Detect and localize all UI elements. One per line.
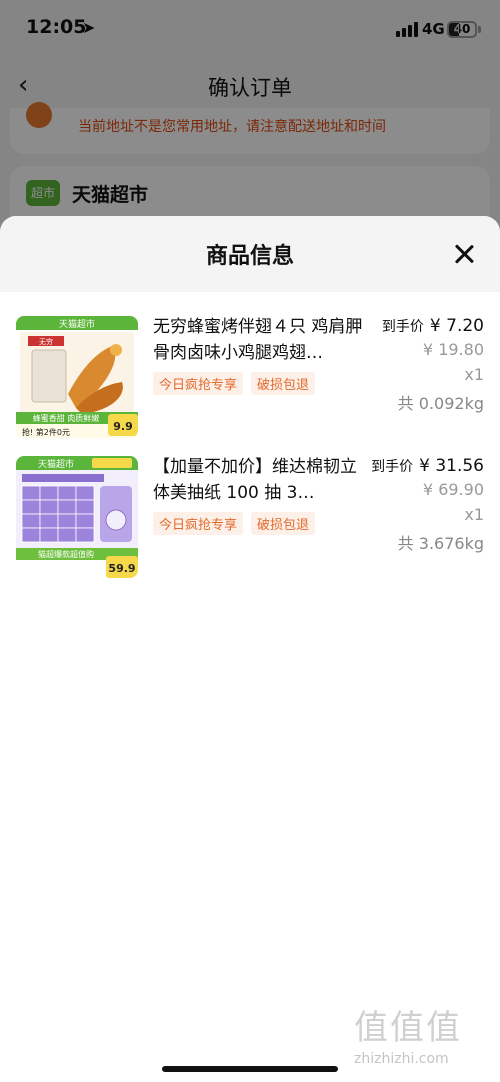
product-thumbnail[interactable]: 天猫超市 猫超爆款超值购 59.9	[16, 456, 138, 578]
sheet-header: 商品信息	[0, 216, 500, 292]
quantity: x1	[464, 505, 484, 524]
watermark-url: zhizhizhi.com	[354, 1051, 449, 1067]
product-info-sheet: 商品信息 天猫超市 无穷 蜂蜜香甜 肉质鲜嫩 抢! 第2件0元 9.9 无穷蜂蜜…	[0, 216, 500, 1082]
thumb-price: 59.9	[108, 562, 135, 575]
thumb-price: 9.9	[113, 420, 133, 433]
close-icon[interactable]	[448, 238, 480, 270]
final-price: ¥ 7.20	[429, 316, 484, 336]
watermark: 值值值 zhizhizhi.com	[354, 1000, 494, 1070]
watermark-logo: 值值值	[354, 1008, 462, 1048]
thumb-brand: 无穷	[39, 337, 53, 346]
sheet-title: 商品信息	[205, 244, 294, 269]
product-item[interactable]: 天猫超市 无穷 蜂蜜香甜 肉质鲜嫩 抢! 第2件0元 9.9 无穷蜂蜜烤伴翅４只…	[0, 292, 500, 442]
product-item[interactable]: 天猫超市 猫超爆款超值购 59.9 【加量不加价】维达棉韧立体美抽纸 100 抽…	[0, 442, 500, 582]
price-block: 到手价 ¥ 7.20 ¥ 19.80 x1 共 0.092kg	[382, 316, 484, 414]
product-tags: 今日疯抢专享 破损包退	[153, 372, 316, 395]
weight: 共 0.092kg	[397, 394, 484, 413]
original-price: ¥ 69.90	[422, 480, 484, 499]
tag-flash-sale: 今日疯抢专享	[153, 512, 244, 535]
price-block: 到手价 ¥ 31.56 ¥ 69.90 x1 共 3.676kg	[371, 456, 484, 554]
thumb-banner: 天猫超市	[59, 318, 95, 330]
thumb-slogan: 蜂蜜香甜 肉质鲜嫩	[33, 413, 100, 423]
product-name[interactable]: 无穷蜂蜜烤伴翅４只 鸡肩胛骨肉卤味小鸡腿鸡翅…	[153, 314, 369, 366]
tag-flash-sale: 今日疯抢专享	[153, 372, 244, 395]
product-name[interactable]: 【加量不加价】维达棉韧立体美抽纸 100 抽 3…	[153, 454, 369, 506]
final-price: ¥ 31.56	[419, 456, 484, 476]
product-list: 天猫超市 无穷 蜂蜜香甜 肉质鲜嫩 抢! 第2件0元 9.9 无穷蜂蜜烤伴翅４只…	[0, 292, 500, 582]
weight: 共 3.676kg	[397, 534, 484, 553]
final-price-label: 到手价	[371, 459, 414, 475]
home-indicator[interactable]	[162, 1066, 338, 1072]
tag-damage-return: 破损包退	[251, 372, 316, 395]
thumb-promo: 猫超爆款超值购	[38, 549, 94, 559]
final-price-label: 到手价	[381, 319, 424, 335]
original-price: ¥ 19.80	[422, 340, 484, 359]
thumb-banner: 天猫超市	[38, 458, 74, 470]
product-tags: 今日疯抢专享 破损包退	[153, 512, 316, 535]
product-thumbnail[interactable]: 天猫超市 无穷 蜂蜜香甜 肉质鲜嫩 抢! 第2件0元 9.9	[16, 316, 138, 438]
quantity: x1	[464, 365, 484, 384]
thumb-promo: 抢! 第2件0元	[22, 427, 70, 437]
tag-damage-return: 破损包退	[251, 512, 316, 535]
